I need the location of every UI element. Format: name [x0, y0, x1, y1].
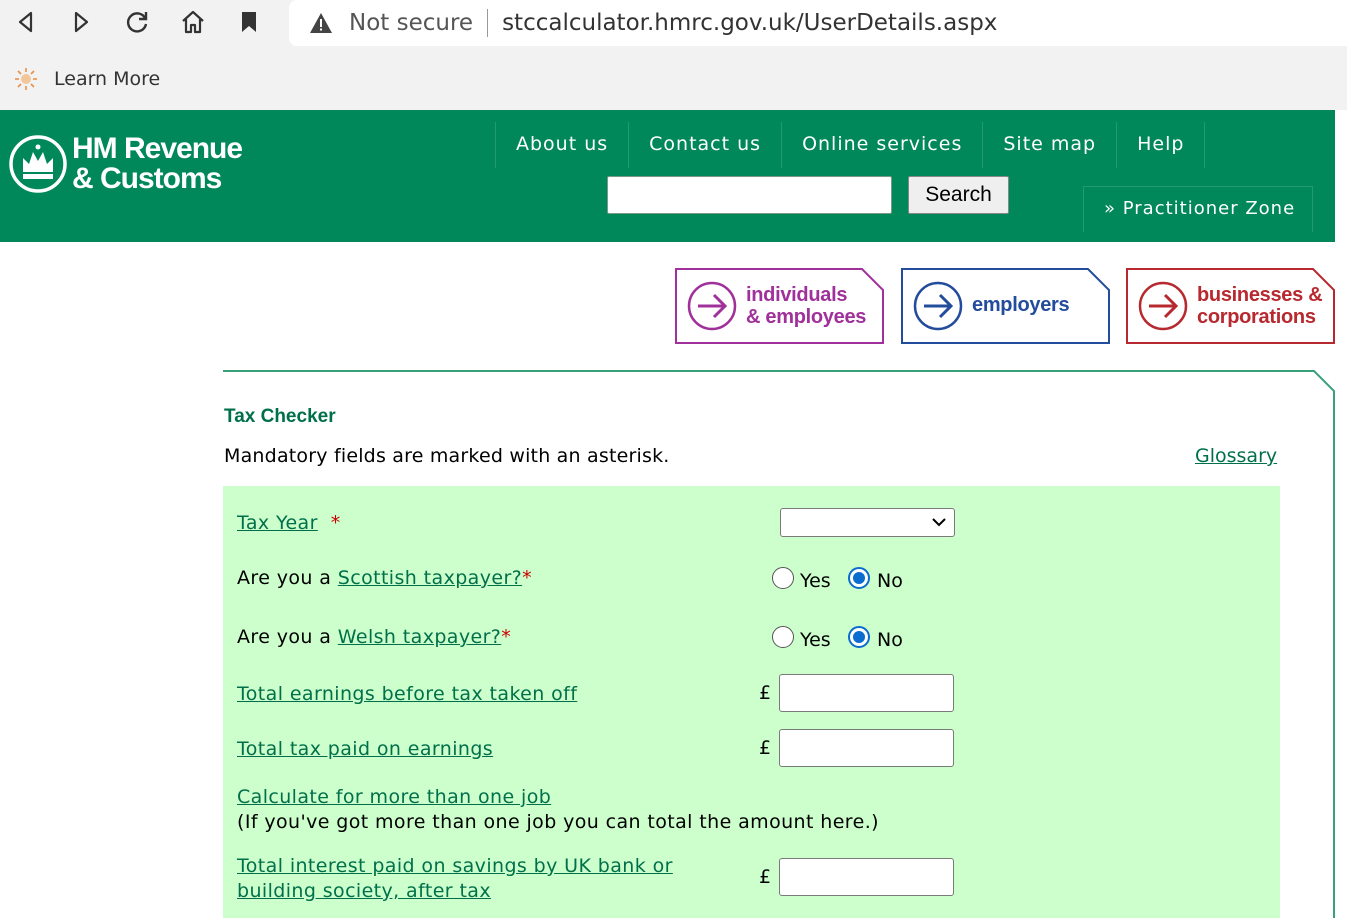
- nav-about-us[interactable]: About us: [495, 122, 628, 168]
- welsh-yes-radio[interactable]: [772, 626, 794, 648]
- arrow-right-icon: [913, 281, 963, 331]
- tab-label-line2: & employees: [746, 306, 867, 328]
- refresh-icon[interactable]: [119, 4, 155, 40]
- welsh-yes-label: Yes: [800, 629, 831, 651]
- browser-toolbar: Not secure stccalculator.hmrc.gov.uk/Use…: [0, 0, 1347, 110]
- nav-site-map[interactable]: Site map: [982, 122, 1116, 168]
- earnings-input[interactable]: [779, 674, 954, 712]
- pound-sign: £: [759, 866, 772, 888]
- address-bar[interactable]: Not secure stccalculator.hmrc.gov.uk/Use…: [289, 0, 1347, 46]
- nav-contact-us[interactable]: Contact us: [628, 122, 781, 168]
- bookmark-icon[interactable]: [231, 4, 267, 40]
- arrow-right-icon: [687, 281, 737, 331]
- tax-year-select[interactable]: [780, 508, 955, 537]
- glossary-link[interactable]: Glossary: [1195, 445, 1277, 467]
- are-you-a-text: Are you a: [237, 626, 332, 648]
- site-header: HM Revenue & Customs About us Contact us…: [0, 110, 1335, 242]
- scottish-yes-radio[interactable]: [772, 567, 794, 589]
- required-asterisk: *: [330, 512, 341, 534]
- scottish-taxpayer-link[interactable]: Scottish taxpayer?: [338, 567, 522, 589]
- more-than-one-job-link[interactable]: Calculate for more than one job: [237, 786, 551, 808]
- more-jobs-helper-text: (If you've got more than one job you can…: [237, 811, 879, 833]
- tab-label: employers: [972, 294, 1070, 316]
- address-divider: [487, 9, 489, 37]
- scottish-no-label: No: [877, 570, 903, 592]
- tab-label-line1: individuals: [746, 284, 848, 306]
- required-asterisk: *: [501, 626, 512, 648]
- interest-link[interactable]: Total interest paid on savings by UK ban…: [237, 854, 673, 904]
- interest-label-line2: building society, after tax: [237, 880, 491, 902]
- search-button[interactable]: Search: [908, 176, 1009, 214]
- not-secure-label: Not secure: [349, 10, 474, 36]
- practitioner-zone-link[interactable]: » Practitioner Zone: [1083, 186, 1313, 232]
- pound-sign: £: [759, 682, 772, 704]
- tax-paid-input[interactable]: [779, 729, 954, 767]
- are-you-a-text: Are you a: [237, 567, 332, 589]
- mandatory-note: Mandatory fields are marked with an aste…: [224, 445, 670, 467]
- pound-sign: £: [759, 737, 772, 759]
- tax-year-link[interactable]: Tax Year: [237, 512, 318, 534]
- url-text[interactable]: stccalculator.hmrc.gov.uk/UserDetails.as…: [502, 10, 997, 36]
- welsh-no-radio[interactable]: [848, 626, 870, 648]
- tax-year-row: Tax Year *: [237, 512, 341, 534]
- warning-icon: [309, 11, 333, 35]
- bookmark-label: Learn More: [54, 68, 161, 90]
- interest-input[interactable]: [779, 858, 954, 896]
- sun-icon: [14, 67, 38, 91]
- hmrc-logo[interactable]: HM Revenue & Customs: [8, 132, 243, 195]
- interest-label-line1: Total interest paid on savings by UK ban…: [237, 855, 673, 877]
- logo-line2: & Customs: [72, 162, 222, 195]
- chevron-down-icon: [932, 518, 946, 527]
- home-icon[interactable]: [175, 4, 211, 40]
- tab-label-line2: corporations: [1197, 306, 1316, 328]
- tax-paid-link[interactable]: Total tax paid on earnings: [237, 738, 493, 760]
- arrow-right-icon: [1138, 281, 1188, 331]
- top-nav: About us Contact us Online services Site…: [495, 122, 1206, 168]
- logo-line1: HM Revenue: [72, 132, 243, 165]
- welsh-taxpayer-row: Are you a Welsh taxpayer?*: [237, 626, 511, 648]
- welsh-taxpayer-link[interactable]: Welsh taxpayer?: [338, 626, 502, 648]
- bookmark-bar-item[interactable]: Learn More: [0, 58, 160, 100]
- scottish-yes-label: Yes: [800, 570, 831, 592]
- tab-businesses-corporations[interactable]: businesses & corporations: [1126, 268, 1335, 344]
- scottish-taxpayer-row: Are you a Scottish taxpayer?*: [237, 567, 532, 589]
- earnings-link[interactable]: Total earnings before tax taken off: [237, 683, 577, 705]
- back-icon[interactable]: [8, 4, 44, 40]
- tab-employers[interactable]: employers: [901, 268, 1110, 344]
- nav-online-services[interactable]: Online services: [781, 122, 982, 168]
- search-input[interactable]: [607, 176, 892, 214]
- forward-icon[interactable]: [63, 4, 99, 40]
- nav-help[interactable]: Help: [1116, 122, 1206, 168]
- crown-icon: [9, 135, 67, 193]
- required-asterisk: *: [522, 567, 533, 589]
- tab-individuals-employees[interactable]: individuals & employees: [675, 268, 884, 344]
- scottish-no-radio[interactable]: [848, 567, 870, 589]
- page-title: Tax Checker: [224, 406, 336, 427]
- tab-label-line1: businesses &: [1197, 284, 1323, 306]
- welsh-no-label: No: [877, 629, 903, 651]
